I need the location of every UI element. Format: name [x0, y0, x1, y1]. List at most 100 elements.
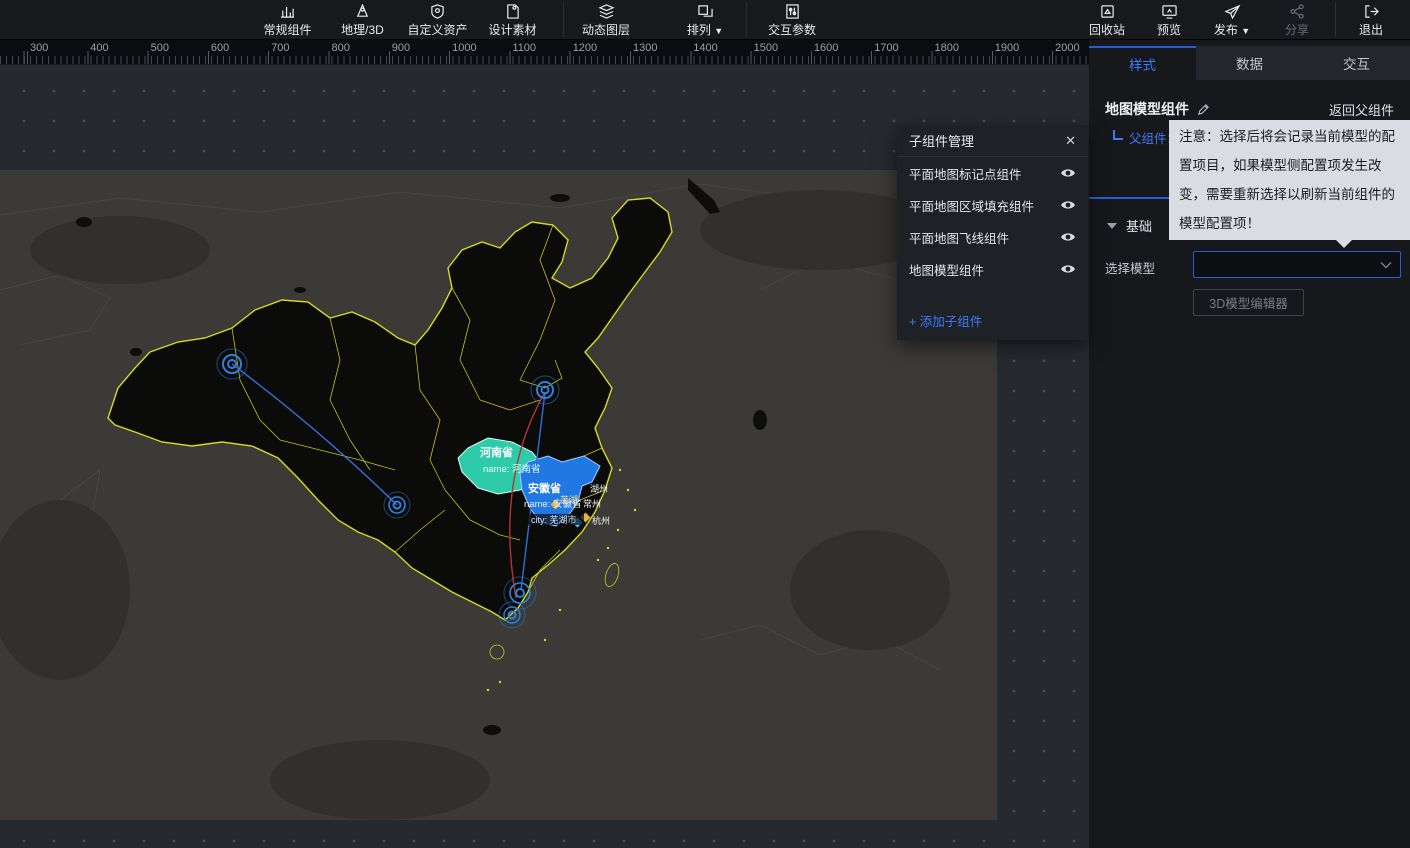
toolbar-label: 常规组件	[263, 21, 311, 38]
eye-icon[interactable]	[1060, 167, 1076, 179]
toolbar-label: 排列 ▼	[687, 21, 723, 38]
toolbar-label: 交互参数	[768, 21, 816, 38]
chevron-down-icon: ▼	[714, 26, 723, 36]
toolbar-item-publish[interactable]: 发布 ▼	[1199, 0, 1265, 39]
tooltip-caret	[1335, 239, 1353, 248]
share-icon	[1289, 4, 1306, 19]
editor-window: 常规组件 地理/3D 自定义资产 设计素材 动态图层 排列 ▼ 交互参数	[0, 0, 1410, 848]
toolbar-label: 回收站	[1089, 21, 1125, 38]
toolbar-item-dynamic-layers[interactable]: 动态图层	[566, 0, 646, 39]
toolbar-item-recycle-bin[interactable]: 回收站	[1075, 0, 1139, 39]
city-label-hangzhou: 杭州	[592, 515, 610, 526]
subcomponent-item-label: 平面地图区域填充组件	[909, 196, 1060, 215]
chevron-down-icon: ▼	[1241, 26, 1250, 36]
toolbar-label: 动态图层	[582, 21, 630, 38]
toolbar-item-common-components[interactable]: 常规组件	[250, 0, 325, 39]
toolbar-item-share: 分享	[1265, 0, 1329, 39]
tab-style[interactable]: 样式	[1089, 46, 1196, 80]
subcomponent-item-label: 平面地图飞线组件	[909, 228, 1060, 247]
subcomponent-list-item[interactable]: 地图模型组件	[897, 253, 1088, 285]
preview-icon	[1161, 4, 1178, 19]
chart-icon	[279, 4, 296, 19]
subcomponent-list: 平面地图标记点组件 平面地图区域填充组件 平面地图飞线组件	[897, 157, 1088, 285]
toolbar-item-preview[interactable]: 预览	[1139, 0, 1199, 39]
toolbar-divider	[563, 2, 564, 37]
toolbar-item-custom-assets[interactable]: 自定义资产	[400, 0, 475, 39]
elbow-icon	[1113, 130, 1123, 140]
toolbar-divider	[746, 2, 747, 37]
component-title-row: 地图模型组件 返回父组件	[1105, 98, 1394, 120]
3d-model-editor-button[interactable]: 3D模型编辑器	[1193, 289, 1304, 316]
exit-icon	[1363, 4, 1380, 19]
layers-icon	[598, 4, 615, 19]
ruler-number: 1000	[452, 42, 476, 54]
toolbar-label: 退出	[1359, 21, 1383, 38]
eye-icon[interactable]	[1060, 199, 1076, 211]
collapse-triangle-icon	[1107, 223, 1117, 229]
ruler-number: 1500	[754, 42, 778, 54]
select-model-label: 选择模型	[1105, 258, 1155, 277]
toolbar-label: 预览	[1157, 21, 1181, 38]
subcomponent-item-label: 地图模型组件	[909, 260, 1060, 279]
chevron-down-icon	[1380, 261, 1392, 269]
tab-interaction[interactable]: 交互	[1303, 46, 1410, 80]
toolbar-label: 分享	[1285, 21, 1309, 38]
config-panel: 样式 数据 交互 地图模型组件 返回父组件 父组件：平面地图组件 基础 选择模型	[1089, 40, 1410, 848]
ruler-number: 900	[392, 42, 410, 54]
henan-name-label: name: 河南省	[483, 463, 541, 475]
toolbar-item-geo-3d[interactable]: 地理/3D	[325, 0, 400, 39]
city-label-huzhou: 湖州	[590, 484, 608, 494]
ruler-number: 700	[271, 42, 289, 54]
subcomponent-list-item[interactable]: 平面地图区域填充组件	[897, 189, 1088, 221]
ruler-number: 1800	[935, 42, 959, 54]
model-select-tooltip: 注意：选择后将会记录当前模型的配置项目，如果模型侧配置项发生改变，需要重新选择以…	[1169, 120, 1410, 240]
panel-title: 子组件管理	[909, 131, 1065, 150]
ruler-number: 1900	[995, 42, 1019, 54]
ruler-number: 400	[90, 42, 108, 54]
section-basic-label: 基础	[1126, 216, 1152, 235]
section-basic-header[interactable]: 基础	[1107, 216, 1152, 235]
eye-icon[interactable]	[1060, 231, 1076, 243]
component-title: 地图模型组件	[1105, 99, 1189, 119]
city-label-changzhou: 常州	[583, 498, 601, 509]
subcomponent-list-item[interactable]: 平面地图飞线组件	[897, 221, 1088, 253]
toolbar-item-exit[interactable]: 退出	[1336, 0, 1406, 39]
toolbar-item-design-material[interactable]: 设计素材	[475, 0, 550, 39]
ruler-number: 2000	[1055, 42, 1079, 54]
ruler-number: 1600	[814, 42, 838, 54]
subcomponent-list-item[interactable]: 平面地图标记点组件	[897, 157, 1088, 189]
city-tip-label: city: 芜湖市	[531, 514, 577, 525]
panel-header: 子组件管理 ✕	[897, 125, 1088, 157]
toolbar-label: 地理/3D	[341, 21, 384, 38]
eye-icon[interactable]	[1060, 263, 1076, 275]
toolbar-label: 自定义资产	[407, 21, 467, 38]
top-toolbar: 常规组件 地理/3D 自定义资产 设计素材 动态图层 排列 ▼ 交互参数	[0, 0, 1410, 40]
subcomponent-manager-panel: 子组件管理 ✕ 平面地图标记点组件 平面地图区域填充组件	[897, 125, 1088, 340]
add-subcomponent-link[interactable]: + 添加子组件	[909, 311, 982, 330]
china-map: 河南省 name: 河南省 安徽省 name: 安徽省 city: 芜湖市 湖州…	[0, 170, 997, 820]
ruler-number: 800	[332, 42, 350, 54]
toolbar-left-spacer	[0, 0, 250, 39]
ruler-number: 1200	[573, 42, 597, 54]
ruler-number: 500	[151, 42, 169, 54]
map-pin-icon	[354, 4, 371, 19]
tab-data[interactable]: 数据	[1196, 46, 1303, 80]
close-icon[interactable]: ✕	[1065, 133, 1076, 149]
publish-icon	[1224, 4, 1241, 19]
edit-pencil-icon[interactable]	[1197, 103, 1210, 116]
asset-shield-icon	[429, 4, 446, 19]
city-label-wuhu: 芜湖	[560, 494, 578, 505]
select-model-dropdown[interactable]	[1193, 251, 1401, 278]
design-doc-icon	[504, 4, 521, 19]
back-to-parent-button[interactable]: 返回父组件	[1329, 100, 1394, 119]
ruler-number: 600	[211, 42, 229, 54]
subcomponent-item-label: 平面地图标记点组件	[909, 164, 1060, 183]
henan-title-label: 河南省	[480, 445, 513, 459]
toolbar-item-interaction-params[interactable]: 交互参数	[749, 0, 835, 39]
arrange-icon	[697, 4, 714, 19]
map-artboard[interactable]: 河南省 name: 河南省 安徽省 name: 安徽省 city: 芜湖市 湖州…	[0, 170, 997, 820]
tooltip-text: 注意：选择后将会记录当前模型的配置项目，如果模型侧配置项发生改变，需要重新选择以…	[1179, 129, 1395, 231]
params-icon	[784, 4, 801, 19]
toolbar-item-arrange[interactable]: 排列 ▼	[672, 0, 738, 39]
ruler-number: 1100	[512, 42, 536, 54]
